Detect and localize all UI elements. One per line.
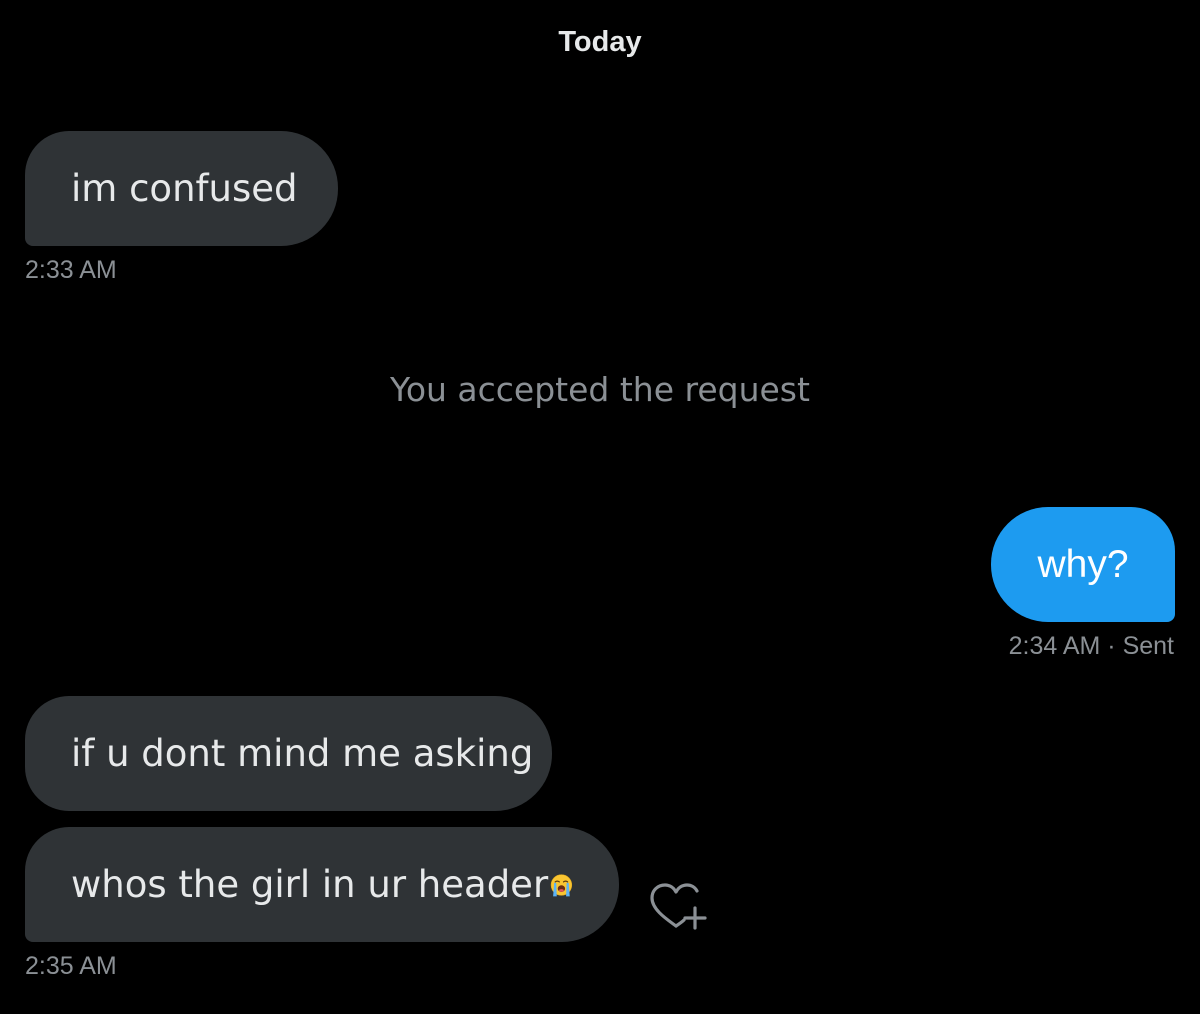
message-timestamp: 2:34 AM <box>1008 632 1101 660</box>
message-bubble-received[interactable]: if u dont mind me asking <box>25 696 552 811</box>
dm-conversation: Today im confused 2:33 AM You accepted t… <box>0 0 1200 1014</box>
message-text: im confused <box>71 167 298 210</box>
message-text: why? <box>1037 542 1129 586</box>
message-bubble-sent[interactable]: why? <box>991 507 1175 622</box>
message-text: if u dont mind me asking <box>71 732 534 775</box>
message-timestamp: 2:33 AM <box>25 256 117 284</box>
loudly-crying-face-icon <box>550 873 573 896</box>
add-reaction-button[interactable] <box>646 880 708 936</box>
message-bubble-received[interactable]: im confused <box>25 131 338 246</box>
message-status-line: 2:34 AM · Sent <box>1009 632 1174 661</box>
date-divider: Today <box>558 26 642 58</box>
message-status: · Sent <box>1107 632 1174 660</box>
message-bubble-received[interactable]: whos the girl in ur header <box>25 827 619 942</box>
system-message: You accepted the request <box>390 370 810 409</box>
message-text: whos the girl in ur header <box>71 863 549 906</box>
add-reaction-heart-icon <box>650 883 707 930</box>
message-timestamp: 2:35 AM <box>25 952 117 980</box>
